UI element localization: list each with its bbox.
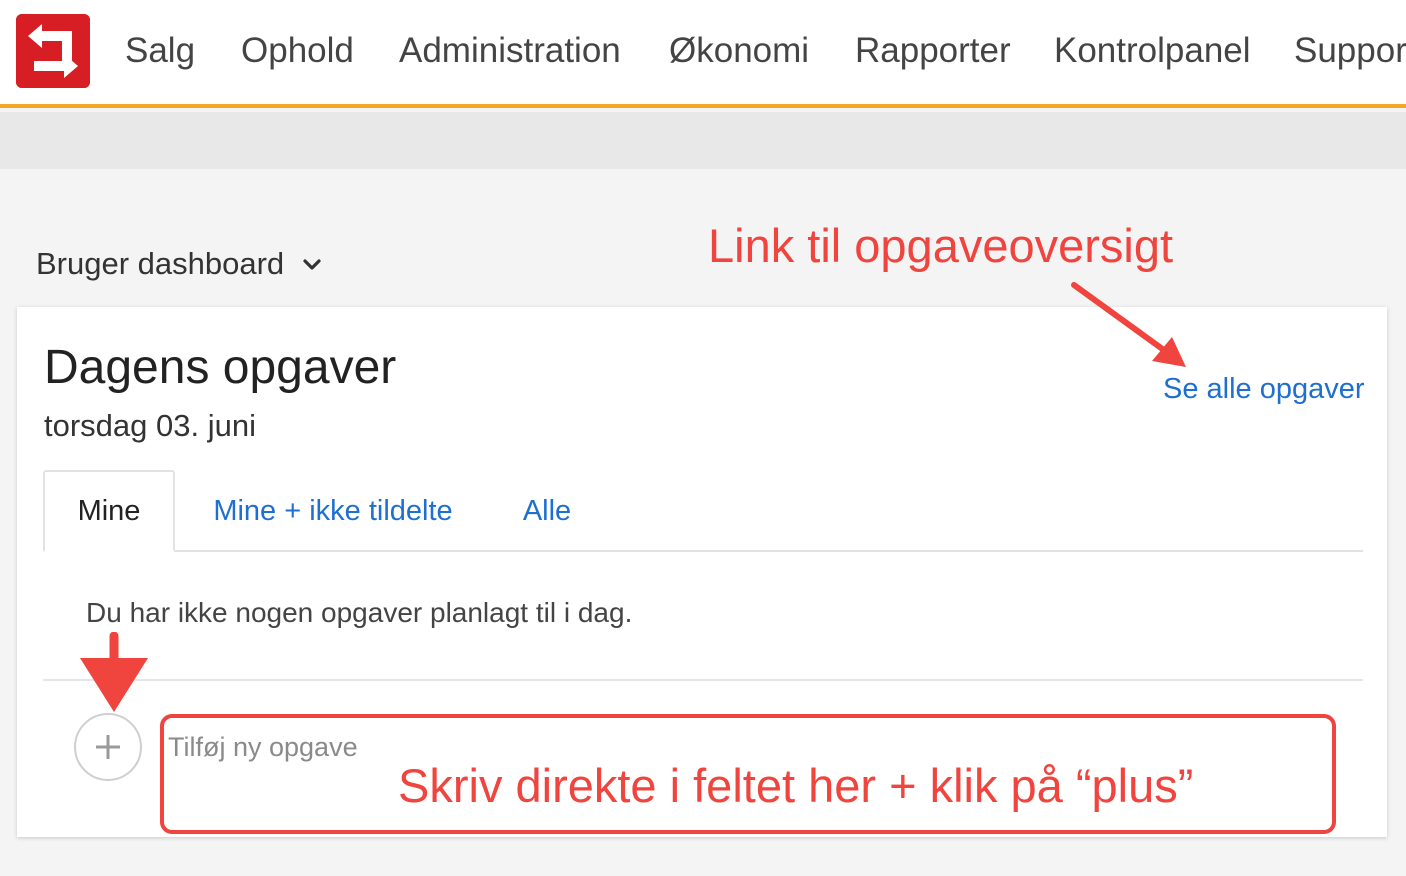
annotation-top-note: Link til opgaveoversigt [708, 219, 1174, 272]
card-title: Dagens opgaver [44, 341, 397, 394]
chevron-down-icon [301, 248, 323, 284]
nav-item-okonomi[interactable]: Økonomi [669, 31, 809, 71]
add-task-button[interactable] [74, 713, 142, 781]
top-navigation-bar: Salg Ophold Administration Økonomi Rappo… [0, 0, 1406, 108]
logo-arrows-icon [16, 14, 90, 88]
tab-mine-ikke-tildelte[interactable]: Mine + ikke tildelte [200, 470, 466, 552]
nav-item-salg[interactable]: Salg [125, 31, 195, 71]
dashboard-selector[interactable]: Bruger dashboard [36, 246, 323, 284]
nav-item-administration[interactable]: Administration [399, 31, 621, 71]
sub-toolbar [0, 112, 1406, 169]
annotation-bottom-note: Skriv direkte i feltet her + klik på “pl… [398, 759, 1194, 812]
card-date: torsdag 03. juni [44, 408, 256, 443]
empty-tasks-message: Du har ikke nogen opgaver planlagt til i… [86, 597, 633, 628]
tab-mine[interactable]: Mine [43, 470, 175, 552]
see-all-tasks-link[interactable]: Se alle opgaver [1163, 373, 1365, 406]
nav-item-kontrolpanel[interactable]: Kontrolpanel [1054, 31, 1251, 71]
dashboard-selector-label: Bruger dashboard [36, 246, 285, 281]
nav-item-support[interactable]: Support [1294, 31, 1406, 71]
app-logo[interactable] [16, 14, 90, 88]
tab-alle[interactable]: Alle [500, 470, 594, 552]
plus-icon [96, 735, 120, 759]
nav-item-ophold[interactable]: Ophold [241, 31, 354, 71]
nav-item-rapporter[interactable]: Rapporter [855, 31, 1011, 71]
section-divider [43, 679, 1363, 681]
